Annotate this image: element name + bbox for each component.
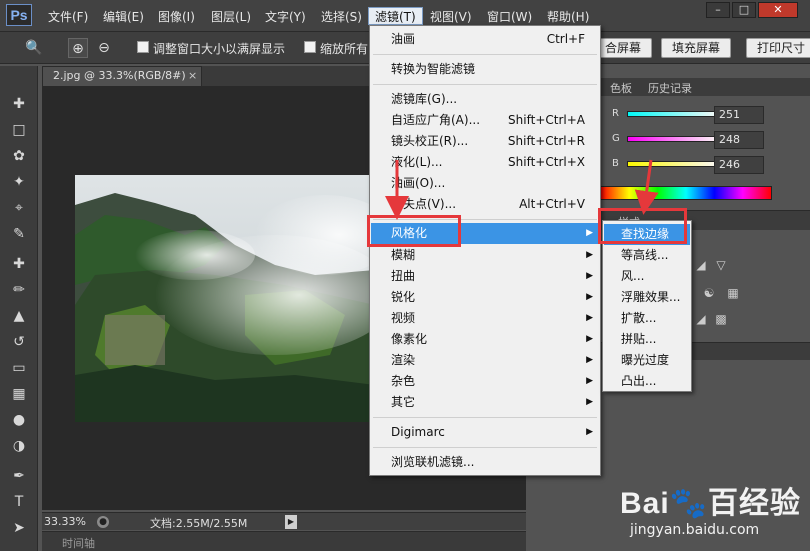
annotation-arrow-find-edges	[634, 159, 659, 215]
watermark-url: jingyan.baidu.com	[630, 522, 760, 538]
baidu-watermark: Bai🐾百经验 jingyan.baidu.com	[620, 478, 810, 548]
annotation-arrows	[385, 159, 659, 220]
watermark-brand: Bai🐾百经验	[620, 487, 802, 520]
